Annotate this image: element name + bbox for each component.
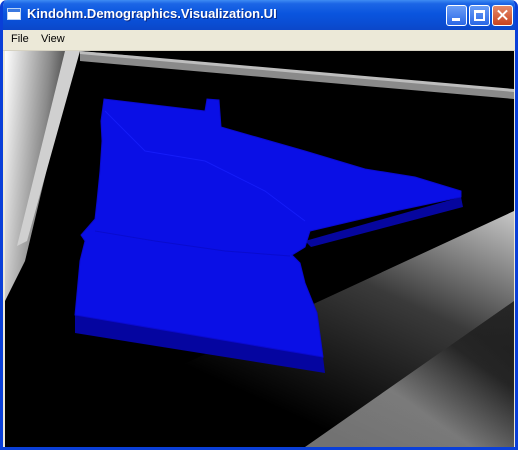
maximize-icon bbox=[474, 10, 485, 21]
app-window: Kindohm.Demographics.Visualization.UI Fi… bbox=[0, 0, 518, 450]
close-button[interactable] bbox=[492, 5, 513, 26]
top-rail-highlight bbox=[80, 51, 514, 92]
title-bar[interactable]: Kindohm.Demographics.Visualization.UI bbox=[3, 0, 515, 30]
menu-file[interactable]: File bbox=[8, 33, 32, 45]
minimize-icon bbox=[452, 18, 460, 21]
app-window-icon bbox=[7, 8, 21, 20]
menu-view[interactable]: View bbox=[38, 33, 68, 45]
3d-viewport[interactable] bbox=[5, 51, 514, 447]
scene-canvas[interactable] bbox=[5, 51, 514, 447]
menu-bar: File View bbox=[3, 30, 515, 51]
window-title: Kindohm.Demographics.Visualization.UI bbox=[27, 6, 277, 21]
maximize-button[interactable] bbox=[469, 5, 490, 26]
close-icon bbox=[493, 6, 512, 25]
minimize-button[interactable] bbox=[446, 5, 467, 26]
